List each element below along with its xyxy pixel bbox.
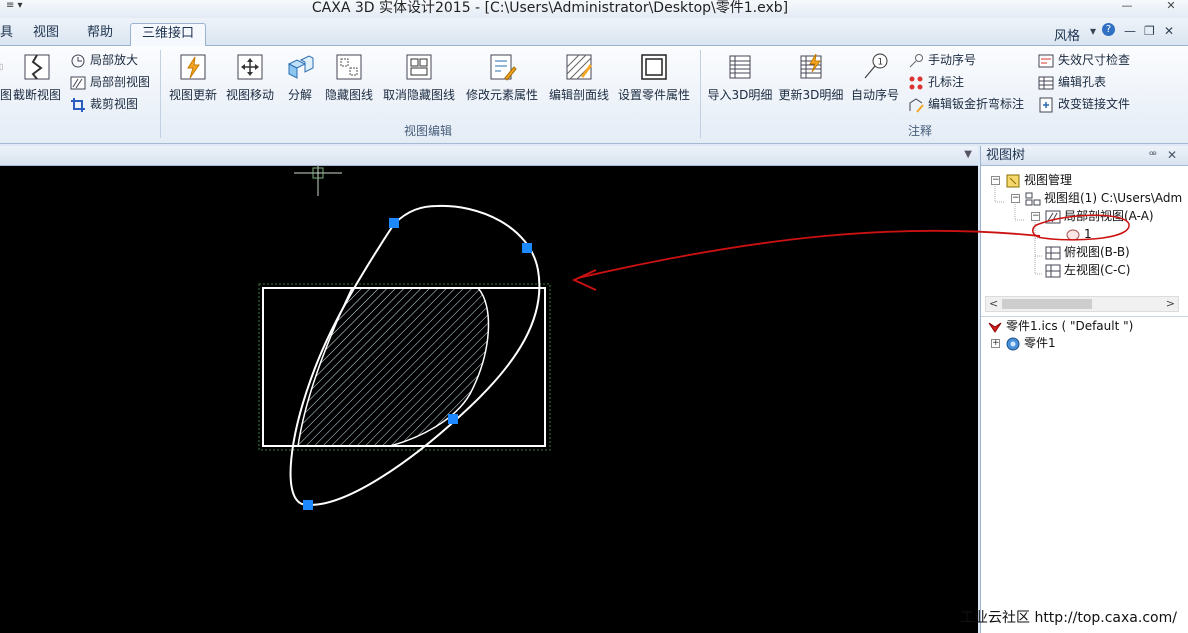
pin-icon[interactable]: ꟹ <box>1149 146 1157 165</box>
close-window-button[interactable]: ✕ <box>1160 0 1182 14</box>
ribbon: 图 截断视图 局部放大 局部剖视图 裁剪视图 视图更新 视图移动 分解 隐藏图线… <box>0 46 1188 144</box>
balloon-icon: 1 <box>864 53 888 79</box>
doc-minimize-button[interactable]: — <box>1124 24 1136 38</box>
view-move-button[interactable]: 视图移动 <box>222 52 278 114</box>
link-file-icon <box>1039 97 1053 112</box>
view-tree-panel: 视图树 ꟹ ✕ − 视图管理 − 视图组(1) C:\Users\Adm − 局… <box>980 146 1188 633</box>
change-link-file-button[interactable]: 改变链接文件 <box>1038 95 1130 115</box>
hatch-region <box>297 288 490 446</box>
svg-text:1: 1 <box>878 58 884 68</box>
view-group-icon <box>1025 192 1041 205</box>
group-separator <box>700 50 701 138</box>
edit-sheetmetal-bend-note-button[interactable]: 编辑钣金折弯标注 <box>908 95 1024 115</box>
design-file-icon <box>988 322 1002 333</box>
hole-table-icon <box>1038 76 1054 89</box>
control-point-handle[interactable] <box>303 500 313 510</box>
dimension-check-icon <box>1038 54 1054 67</box>
control-point-handle[interactable] <box>448 414 458 424</box>
break-view-icon <box>24 54 50 80</box>
title-bar: ≡ ▾ CAXA 3D 实体设计2015 - [C:\Users\Adminis… <box>0 0 1188 18</box>
view-icon <box>0 63 3 71</box>
explode-icon <box>287 55 314 79</box>
tab-3d-interface[interactable]: 三维接口 <box>130 23 206 47</box>
manual-balloon-button[interactable]: 手动序号 <box>908 51 976 71</box>
tab-tools[interactable]: 具 <box>0 23 13 45</box>
file-tree-item-part[interactable]: 零件1 <box>1005 335 1056 353</box>
manual-balloon-icon <box>909 53 923 67</box>
app-window: ≡ ▾ CAXA 3D 实体设计2015 - [C:\Users\Adminis… <box>0 0 1188 633</box>
doc-restore-button[interactable]: ❐ <box>1144 24 1155 38</box>
edit-hole-table-button[interactable]: 编辑孔表 <box>1038 73 1106 93</box>
view-update-button[interactable]: 视图更新 <box>166 52 220 114</box>
panel-title: 视图树 <box>986 148 1026 163</box>
watermark: 工业云社区 http://top.caxa.com/ <box>960 610 1177 626</box>
document-tab-strip: ▼ <box>0 146 978 166</box>
part-properties-icon <box>641 54 667 80</box>
crosshair-cursor <box>294 166 342 196</box>
panel-header: 视图树 ꟹ ✕ <box>981 146 1188 166</box>
drawing-canvas[interactable] <box>0 166 978 633</box>
part-icon <box>1006 337 1020 350</box>
collapse-toggle[interactable]: − <box>991 176 1000 185</box>
expand-toggle[interactable]: + <box>991 339 1000 348</box>
hole-callout-button[interactable]: 孔标注 <box>908 73 964 93</box>
bom-table-icon <box>729 55 751 79</box>
window-title: CAXA 3D 实体设计2015 - [C:\Users\Administrat… <box>311 0 789 16</box>
unhide-lines-button[interactable]: 取消隐藏图线 <box>380 52 458 114</box>
local-zoom-button[interactable]: 局部放大 <box>70 51 138 71</box>
bom-update-icon <box>800 53 822 79</box>
scroll-thumb[interactable] <box>1002 299 1092 309</box>
modify-element-props-button[interactable]: 修改元素属性 <box>462 52 542 114</box>
section-hatch-icon <box>70 76 86 89</box>
collapse-toggle[interactable]: − <box>1011 194 1020 203</box>
truncated-button[interactable]: 图 <box>0 52 12 114</box>
lightning-icon <box>180 54 206 80</box>
edit-hatch-button[interactable]: 编辑剖面线 <box>546 52 612 114</box>
group-separator <box>160 50 161 138</box>
view-manager-icon <box>1006 174 1020 187</box>
invalid-dimension-check-button[interactable]: 失效尺寸检查 <box>1038 51 1130 71</box>
crop-view-button[interactable]: 裁剪视图 <box>70 95 138 115</box>
chevron-down-icon[interactable]: ▾ <box>1090 24 1096 38</box>
divider <box>981 316 1188 317</box>
unhide-lines-icon <box>406 54 432 80</box>
file-tree-item-ics[interactable]: 零件1.ics ( "Default ") <box>987 318 1133 336</box>
local-section-button[interactable]: 局部剖视图 <box>70 73 150 93</box>
ribbon-tabs: 具 视图 帮助 三维接口 风格 ▾ ? — ❐ ✕ <box>0 18 1188 47</box>
bend-note-icon <box>909 97 924 113</box>
move-icon <box>237 54 263 80</box>
hole-callout-icon <box>909 76 923 89</box>
minimize-button[interactable]: — <box>1116 0 1138 14</box>
scroll-left-arrow[interactable]: < <box>989 297 998 311</box>
tree-item-view-manager[interactable]: 视图管理 <box>1005 172 1072 190</box>
control-point-handle[interactable] <box>522 243 532 253</box>
group-label-view-edit: 视图编辑 <box>404 124 453 138</box>
hatch-edit-icon <box>566 54 592 80</box>
explode-button[interactable]: 分解 <box>282 52 318 114</box>
style-menu[interactable]: 风格 <box>1054 25 1080 44</box>
hide-lines-button[interactable]: 隐藏图线 <box>322 52 376 114</box>
close-icon[interactable]: ✕ <box>1167 146 1177 165</box>
update-3d-bom-button[interactable]: 更新3D明细 <box>778 52 844 114</box>
import-3d-bom-button[interactable]: 导入3D明细 <box>706 52 774 114</box>
doc-close-button[interactable]: ✕ <box>1164 24 1174 38</box>
chevron-down-icon[interactable]: ▼ <box>964 149 972 160</box>
local-zoom-icon <box>71 54 85 67</box>
scroll-right-arrow[interactable]: > <box>1166 297 1175 311</box>
help-icon[interactable]: ? <box>1102 23 1115 36</box>
crop-icon <box>71 97 85 112</box>
set-part-props-button[interactable]: 设置零件属性 <box>614 52 694 114</box>
red-annotation-circle <box>1032 214 1130 241</box>
control-point-handle[interactable] <box>389 218 399 228</box>
auto-balloon-button[interactable]: 1 自动序号 <box>848 52 902 114</box>
section-view-button[interactable]: 截断视图 <box>10 52 64 114</box>
tab-view[interactable]: 视图 <box>28 23 64 45</box>
tab-help[interactable]: 帮助 <box>82 23 118 45</box>
hide-lines-icon <box>336 54 362 80</box>
edit-properties-icon <box>490 54 517 81</box>
horizontal-scrollbar[interactable]: < > <box>985 296 1179 312</box>
group-label-annotation: 注释 <box>908 124 933 138</box>
drawing-svg <box>258 166 551 510</box>
